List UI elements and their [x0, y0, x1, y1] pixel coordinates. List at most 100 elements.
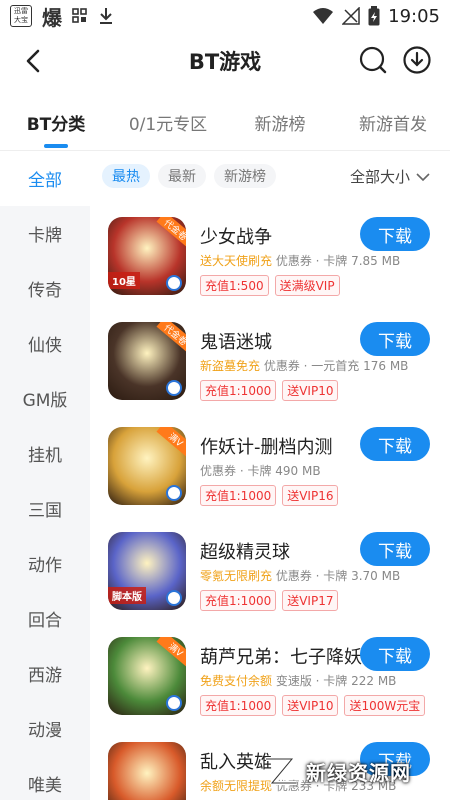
game-icon[interactable]: 代金卷 [108, 322, 186, 400]
sidebar-item-xianxia[interactable]: 仙侠 [0, 316, 90, 371]
download-button[interactable]: 下载 [360, 322, 430, 356]
sidebar-item-idle[interactable]: 挂机 [0, 426, 90, 481]
platform-badge-icon [166, 590, 182, 606]
game-row[interactable]: 代金卷 鬼语迷城新盗墓免充 优惠券 · 一元首充 176 MB 充值1:1000 送V… [90, 310, 450, 415]
active-tab-indicator [44, 144, 68, 148]
game-name: 少女战争 [200, 227, 272, 248]
app-screen: 迅雷大宝 爆 19:05 BT游戏 BT分类 0/1元专区 新游榜 新游首发 全… [0, 0, 450, 800]
game-tag: 充值1:1000 [200, 380, 277, 401]
game-tag: 充值1:1000 [200, 695, 277, 716]
game-icon[interactable] [108, 742, 186, 800]
game-icon[interactable]: 脚本版 [108, 532, 186, 610]
platform-badge-icon [166, 380, 182, 396]
game-row[interactable]: 代金卷 10星 少女战争送大天使刷充 优惠券 · 卡牌 7.85 MB 充值1:500… [90, 205, 450, 310]
filter-newest[interactable]: 最新 [158, 164, 206, 188]
sidebar-item-gm[interactable]: GM版 [0, 371, 90, 426]
game-tags: 充值1:1000 送VIP10 送100W元宝 [200, 695, 426, 716]
game-meta: 新盗墓免充 优惠券 · 一元首充 176 MB [200, 357, 408, 374]
download-button[interactable]: 下载 [360, 637, 430, 671]
sidebar-item-turn-based[interactable]: 回合 [0, 591, 90, 646]
game-tags: 充值1:500 送满级VIP [200, 275, 340, 296]
game-row[interactable]: 脚本版 超级精灵球零氪无限刷充 优惠券 · 卡牌 3.70 MB 充值1:1000 送… [90, 520, 450, 625]
sidebar: 全部 卡牌 传奇 仙侠 GM版 挂机 三国 动作 回合 西游 动漫 唯美 [0, 151, 90, 800]
game-tag: 充值1:500 [200, 275, 269, 296]
sidebar-item-beautiful[interactable]: 唯美 [0, 756, 90, 800]
tab-zero-one-yuan[interactable]: 0/1元专区 [112, 100, 224, 148]
watermark-logo-icon [266, 757, 296, 785]
game-name: 作妖计-删档内测 [200, 437, 333, 458]
game-icon[interactable]: 满V [108, 427, 186, 505]
game-meta: 送大天使刷充 优惠券 · 卡牌 7.85 MB [200, 252, 400, 269]
back-arrow-icon[interactable] [20, 46, 48, 76]
game-name: 鬼语迷城 [200, 332, 272, 353]
app-glyph-icon: 爆 [42, 5, 62, 30]
size-dropdown[interactable]: 全部大小 [350, 166, 430, 187]
filter-new-rank[interactable]: 新游榜 [214, 164, 276, 188]
clock: 19:05 [388, 5, 440, 27]
game-meta: 免费支付余额 变速版 · 卡牌 222 MB [200, 672, 396, 689]
download-button[interactable]: 下载 [360, 217, 430, 251]
game-meta: 优惠券 · 卡牌 490 MB [200, 462, 321, 479]
game-meta-text: 优惠券 · 卡牌 3.70 MB [275, 569, 401, 583]
sidebar-item-action[interactable]: 动作 [0, 536, 90, 591]
status-bar: 迅雷大宝 爆 19:05 [0, 0, 450, 32]
game-icon[interactable]: 满V [108, 637, 186, 715]
sidebar-item-legend[interactable]: 传奇 [0, 261, 90, 316]
tab-new-game-rank[interactable]: 新游榜 [224, 100, 336, 148]
game-tags: 充值1:1000 送VIP16 [200, 485, 339, 506]
filter-hottest[interactable]: 最热 [102, 164, 150, 188]
game-meta: 零氪无限刷充 优惠券 · 卡牌 3.70 MB [200, 567, 400, 584]
game-tag: 送满级VIP [274, 275, 340, 296]
game-name: 葫芦兄弟：七子降妖 [200, 647, 362, 668]
sidebar-item-anime[interactable]: 动漫 [0, 701, 90, 756]
game-promo: 零氪无限刷充 [200, 569, 273, 583]
game-promo: 免费支付余额 [200, 674, 273, 688]
game-icon-corner-tag: 代金卷 [156, 322, 186, 353]
game-icon-corner-tag: 代金卷 [156, 217, 186, 248]
sidebar-item-all[interactable]: 全部 [0, 151, 90, 206]
battery-icon [368, 6, 380, 26]
game-icon-corner-tag: 满V [156, 637, 186, 668]
tab-new-game-launch[interactable]: 新游首发 [336, 100, 450, 148]
game-tag: 送VIP10 [282, 380, 339, 401]
game-tags: 充值1:1000 送VIP17 [200, 590, 339, 611]
sidebar-item-journey-west[interactable]: 西游 [0, 646, 90, 701]
size-dropdown-label: 全部大小 [349, 168, 410, 186]
game-row[interactable]: 满V 作妖计-删档内测优惠券 · 卡牌 490 MB 充值1:1000 送VIP16 下… [90, 415, 450, 520]
download-manager-icon[interactable] [402, 45, 432, 75]
game-icon-corner-tag: 满V [156, 427, 186, 458]
game-tag: 送VIP16 [282, 485, 339, 506]
watermark-text: 新绿资源网 [306, 760, 411, 785]
watermark: 新绿资源网 [260, 742, 411, 800]
game-tag: 送100W元宝 [344, 695, 426, 716]
game-tag: 送VIP17 [282, 590, 339, 611]
game-name: 超级精灵球 [200, 542, 290, 563]
game-meta-text: 优惠券 · 卡牌 490 MB [200, 464, 321, 478]
wifi-icon [313, 8, 334, 24]
game-tag: 送VIP10 [282, 695, 339, 716]
tab-bt-category[interactable]: BT分类 [0, 100, 112, 148]
header: BT游戏 [0, 34, 450, 88]
platform-badge-icon [166, 485, 182, 501]
sidebar-item-card[interactable]: 卡牌 [0, 206, 90, 261]
no-signal-icon [342, 7, 360, 25]
game-list: 代金卷 10星 少女战争送大天使刷充 优惠券 · 卡牌 7.85 MB 充值1:500… [90, 205, 450, 800]
game-tag: 充值1:1000 [200, 485, 277, 506]
search-icon[interactable] [358, 45, 388, 75]
game-meta-text: 优惠券 · 一元首充 176 MB [263, 359, 409, 373]
sidebar-item-three-kingdoms[interactable]: 三国 [0, 481, 90, 536]
game-promo: 新盗墓免充 [200, 359, 261, 373]
game-icon[interactable]: 代金卷 10星 [108, 217, 186, 295]
grid-icon [72, 8, 87, 23]
game-meta-text: 变速版 · 卡牌 222 MB [275, 674, 397, 688]
chevron-down-icon [416, 172, 430, 181]
game-meta-text: 优惠券 · 卡牌 7.85 MB [275, 254, 401, 268]
game-row[interactable]: 满V 葫芦兄弟：七子降妖免费支付余额 变速版 · 卡牌 222 MB 充值1:100… [90, 625, 450, 730]
game-icon-badge: 脚本版 [108, 587, 146, 604]
game-promo: 送大天使刷充 [200, 254, 273, 268]
download-button[interactable]: 下载 [360, 427, 430, 461]
game-icon-badge: 10星 [108, 272, 140, 289]
category-tabs: BT分类 0/1元专区 新游榜 新游首发 [0, 100, 450, 148]
game-tags: 充值1:1000 送VIP10 [200, 380, 339, 401]
download-button[interactable]: 下载 [360, 532, 430, 566]
